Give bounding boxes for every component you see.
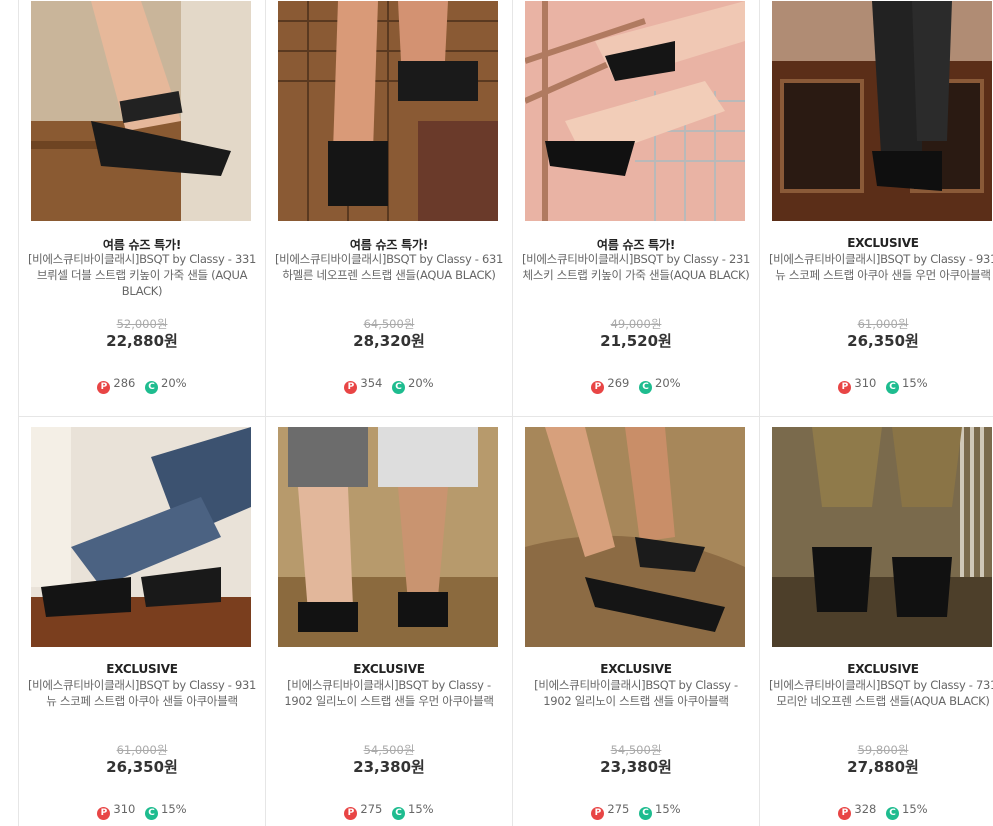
- product-title[interactable]: [비에스큐티바이클래시]BSQT by Classy - 931 뉴 스코페 스…: [766, 251, 993, 283]
- points-value: 275: [607, 802, 630, 816]
- sale-price: 28,320원: [353, 332, 425, 350]
- sale-price: 26,350원: [847, 332, 919, 350]
- points-value: 310: [854, 376, 877, 390]
- coupon-icon: C: [639, 807, 653, 820]
- product-row: EXCLUSIVE [비에스큐티바이클래시]BSQT by Classy - 9…: [19, 417, 993, 826]
- product-image[interactable]: [31, 427, 251, 647]
- points-icon: P: [97, 381, 111, 394]
- reward-info: P 328 C 15%: [760, 802, 993, 820]
- reward-info: P 310 C 15%: [760, 376, 993, 394]
- reward-info: P 275 C 15%: [266, 802, 512, 820]
- points-icon: P: [591, 381, 605, 394]
- product-card[interactable]: 여름 슈즈 특가! [비에스큐티바이클래시]BSQT by Classy - 6…: [266, 0, 513, 416]
- product-title[interactable]: [비에스큐티바이클래시]BSQT by Classy - 1902 일리노이 스…: [519, 677, 753, 709]
- points-value: 269: [607, 376, 630, 390]
- sale-price: 27,880원: [847, 758, 919, 776]
- points-value: 328: [854, 802, 877, 816]
- coupon-value: 20%: [655, 376, 681, 390]
- product-title[interactable]: [비에스큐티바이클래시]BSQT by Classy - 331 브뤼셀 더블 …: [25, 251, 259, 299]
- promo-tag: EXCLUSIVE: [847, 662, 919, 676]
- coupon-icon: C: [886, 381, 900, 394]
- product-image[interactable]: [525, 427, 745, 647]
- product-grid: 여름 슈즈 특가! [비에스큐티바이클래시]BSQT by Classy - 3…: [18, 0, 993, 826]
- product-row: 여름 슈즈 특가! [비에스큐티바이클래시]BSQT by Classy - 3…: [19, 0, 993, 417]
- reward-info: P 286 C 20%: [19, 376, 265, 394]
- points-icon: P: [591, 807, 605, 820]
- coupon-value: 20%: [161, 376, 187, 390]
- reward-info: P 275 C 15%: [513, 802, 759, 820]
- coupon-value: 20%: [408, 376, 434, 390]
- product-title[interactable]: [비에스큐티바이클래시]BSQT by Classy - 931 뉴 스코페 스…: [25, 677, 259, 709]
- points-icon: P: [838, 807, 852, 820]
- promo-tag: EXCLUSIVE: [847, 236, 919, 250]
- product-card[interactable]: 여름 슈즈 특가! [비에스큐티바이클래시]BSQT by Classy - 3…: [19, 0, 266, 416]
- coupon-icon: C: [392, 381, 406, 394]
- reward-info: P 310 C 15%: [19, 802, 265, 820]
- product-card[interactable]: EXCLUSIVE [비에스큐티바이클래시]BSQT by Classy - 1…: [266, 417, 513, 826]
- coupon-value: 15%: [408, 802, 434, 816]
- sale-price: 26,350원: [106, 758, 178, 776]
- product-image[interactable]: [278, 427, 498, 647]
- product-title[interactable]: [비에스큐티바이클래시]BSQT by Classy - 631 하멜른 네오프…: [272, 251, 506, 283]
- product-card[interactable]: EXCLUSIVE [비에스큐티바이클래시]BSQT by Classy - 1…: [513, 417, 760, 826]
- coupon-icon: C: [639, 381, 653, 394]
- product-card[interactable]: 여름 슈즈 특가! [비에스큐티바이클래시]BSQT by Classy - 2…: [513, 0, 760, 416]
- points-value: 310: [113, 802, 136, 816]
- reward-info: P 269 C 20%: [513, 376, 759, 394]
- points-icon: P: [838, 381, 852, 394]
- coupon-value: 15%: [902, 802, 928, 816]
- coupon-value: 15%: [161, 802, 187, 816]
- points-value: 286: [113, 376, 136, 390]
- product-title[interactable]: [비에스큐티바이클래시]BSQT by Classy - 1902 일리노이 스…: [272, 677, 506, 709]
- promo-tag: EXCLUSIVE: [600, 662, 672, 676]
- product-image[interactable]: [278, 1, 498, 221]
- points-icon: P: [344, 807, 358, 820]
- product-card[interactable]: EXCLUSIVE [비에스큐티바이클래시]BSQT by Classy - 9…: [19, 417, 266, 826]
- promo-tag: EXCLUSIVE: [106, 662, 178, 676]
- promo-tag: EXCLUSIVE: [353, 662, 425, 676]
- product-title[interactable]: [비에스큐티바이클래시]BSQT by Classy - 731 모리안 네오프…: [766, 677, 993, 709]
- product-title[interactable]: [비에스큐티바이클래시]BSQT by Classy - 231 체스키 스트랩…: [519, 251, 753, 283]
- points-value: 354: [360, 376, 383, 390]
- product-image[interactable]: [31, 1, 251, 221]
- product-image[interactable]: [525, 1, 745, 221]
- product-card[interactable]: EXCLUSIVE [비에스큐티바이클래시]BSQT by Classy - 9…: [760, 0, 993, 416]
- product-card[interactable]: EXCLUSIVE [비에스큐티바이클래시]BSQT by Classy - 7…: [760, 417, 993, 826]
- points-icon: P: [97, 807, 111, 820]
- coupon-icon: C: [145, 807, 159, 820]
- sale-price: 22,880원: [106, 332, 178, 350]
- coupon-icon: C: [392, 807, 406, 820]
- product-image[interactable]: [772, 1, 992, 221]
- product-image[interactable]: [772, 427, 992, 647]
- sale-price: 23,380원: [353, 758, 425, 776]
- sale-price: 23,380원: [600, 758, 672, 776]
- coupon-value: 15%: [655, 802, 681, 816]
- points-icon: P: [344, 381, 358, 394]
- coupon-icon: C: [886, 807, 900, 820]
- coupon-icon: C: [145, 381, 159, 394]
- coupon-value: 15%: [902, 376, 928, 390]
- points-value: 275: [360, 802, 383, 816]
- sale-price: 21,520원: [600, 332, 672, 350]
- reward-info: P 354 C 20%: [266, 376, 512, 394]
